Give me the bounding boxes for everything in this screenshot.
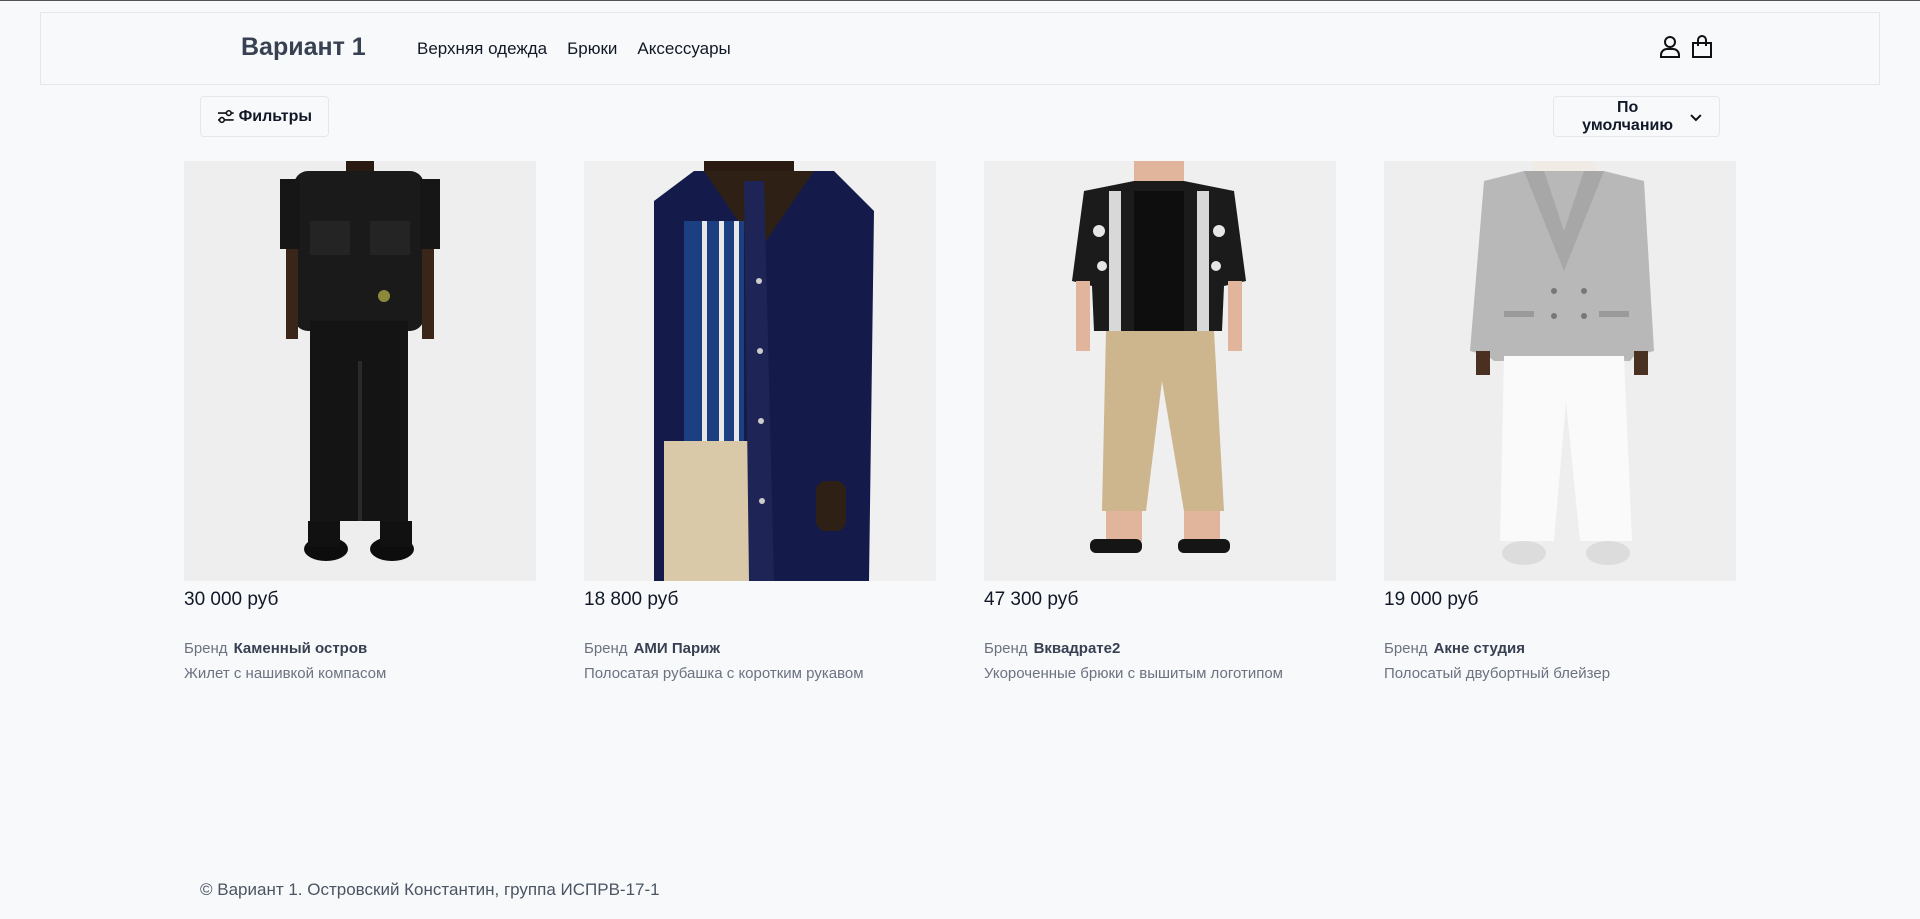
top-border <box>0 0 1920 1</box>
product-brand: Бренд Акне студия <box>1384 640 1736 657</box>
sort-label: По умолчанию <box>1582 98 1673 134</box>
brand-value: Акне студия <box>1433 640 1526 657</box>
brand-value: Каменный остров <box>233 640 368 657</box>
brand-label: Бренд <box>984 640 1028 657</box>
footer-text: © Вариант 1. Островский Константин, груп… <box>200 880 660 899</box>
chevron-down-icon <box>1690 113 1702 121</box>
product-card[interactable]: 47 300 руб Бренд Вквадрате2 Укороченные б… <box>984 161 1336 682</box>
product-description: Полосатый двубортный блейзер <box>1384 665 1611 682</box>
brand-value: АМИ Париж <box>633 640 720 657</box>
product-image[interactable] <box>184 161 536 581</box>
site-header: Вариант 1 Верхняя одежда Брюки Аксессуар… <box>40 12 1880 85</box>
product-description: Жилет с нашивкой компасом <box>184 665 387 682</box>
product-brand: Бренд АМИ Париж <box>584 640 936 657</box>
shopping-bag-icon[interactable] <box>1691 35 1713 59</box>
header-actions <box>1659 35 1713 59</box>
brand-value: Вквадрате2 <box>1033 640 1121 657</box>
product-description: Укороченные брюки с вышитым логотипом <box>984 665 1283 682</box>
site-logo[interactable]: Вариант 1 <box>241 33 366 62</box>
product-brand: Бренд Каменный остров <box>184 640 536 657</box>
product-image[interactable] <box>984 161 1336 581</box>
product-card[interactable]: 18 800 руб Бренд АМИ Париж Полосатая руба… <box>584 161 936 682</box>
sliders-icon <box>217 109 234 123</box>
product-price: 30 000 руб <box>184 589 279 610</box>
product-brand: Бренд Вквадрате2 <box>984 640 1336 657</box>
product-card[interactable]: 19 000 руб Бренд Акне студия Полосатый дв… <box>1384 161 1736 682</box>
brand-label: Бренд <box>584 640 628 657</box>
nav-item-trousers[interactable]: Брюки <box>567 39 617 59</box>
brand-label: Бренд <box>184 640 228 657</box>
product-image[interactable] <box>584 161 936 581</box>
filters-button[interactable]: Фильтры <box>200 96 329 137</box>
filters-label: Фильтры <box>238 107 312 125</box>
brand-label: Бренд <box>1384 640 1428 657</box>
product-price: 18 800 руб <box>584 589 679 610</box>
product-price: 19 000 руб <box>1384 589 1479 610</box>
sort-dropdown[interactable]: По умолчанию <box>1553 96 1720 137</box>
main-nav: Верхняя одежда Брюки Аксессуары <box>417 39 731 59</box>
product-description: Полосатая рубашка с коротким рукавом <box>584 665 864 682</box>
user-icon[interactable] <box>1659 35 1681 59</box>
product-card[interactable]: 30 000 руб Бренд Каменный остров Жилет с … <box>184 161 536 682</box>
product-grid: 30 000 руб Бренд Каменный остров Жилет с … <box>184 161 1736 682</box>
product-image[interactable] <box>1384 161 1736 581</box>
nav-item-outerwear[interactable]: Верхняя одежда <box>417 39 547 59</box>
nav-item-accessories[interactable]: Аксессуары <box>637 39 730 59</box>
product-price: 47 300 руб <box>984 589 1079 610</box>
